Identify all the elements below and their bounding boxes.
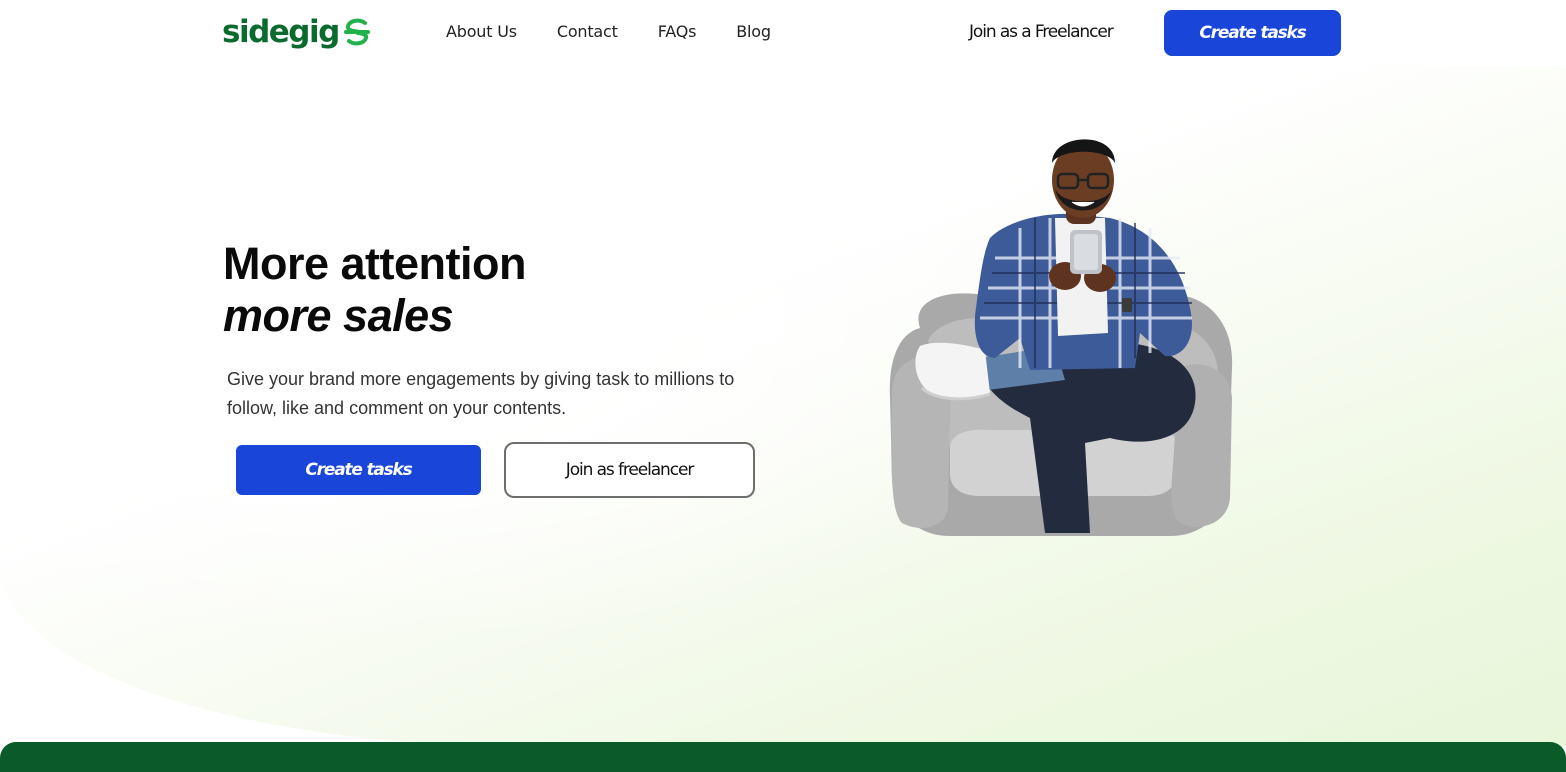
man-on-armchair-illustration xyxy=(889,139,1233,536)
nav-blog[interactable]: Blog xyxy=(736,21,771,43)
main-nav: About Us Contact FAQs Blog xyxy=(446,21,771,43)
create-tasks-button[interactable]: Create tasks xyxy=(236,445,481,495)
sidegig-swirl-icon xyxy=(343,18,370,46)
header-create-tasks-button[interactable]: Create tasks xyxy=(1164,10,1341,56)
join-as-freelancer-button[interactable]: Join as freelancer xyxy=(504,442,755,498)
hero-title-line2: more sales xyxy=(223,290,454,341)
hero-title: More attention more sales xyxy=(223,238,527,342)
hero-title-line1: More attention xyxy=(223,238,527,289)
nav-about-us[interactable]: About Us xyxy=(446,21,517,43)
hero-description: Give your brand more engagements by givi… xyxy=(227,369,735,418)
bottom-section-band xyxy=(0,742,1566,772)
nav-contact[interactable]: Contact xyxy=(557,21,618,43)
site-header: sidegig About Us Contact FAQs Blog Join … xyxy=(0,0,1566,66)
nav-faqs[interactable]: FAQs xyxy=(658,21,697,43)
brand-name: sidegig xyxy=(222,14,340,50)
brand-logo[interactable]: sidegig xyxy=(222,12,371,52)
join-freelancer-link[interactable]: Join as a Freelancer xyxy=(969,21,1114,43)
